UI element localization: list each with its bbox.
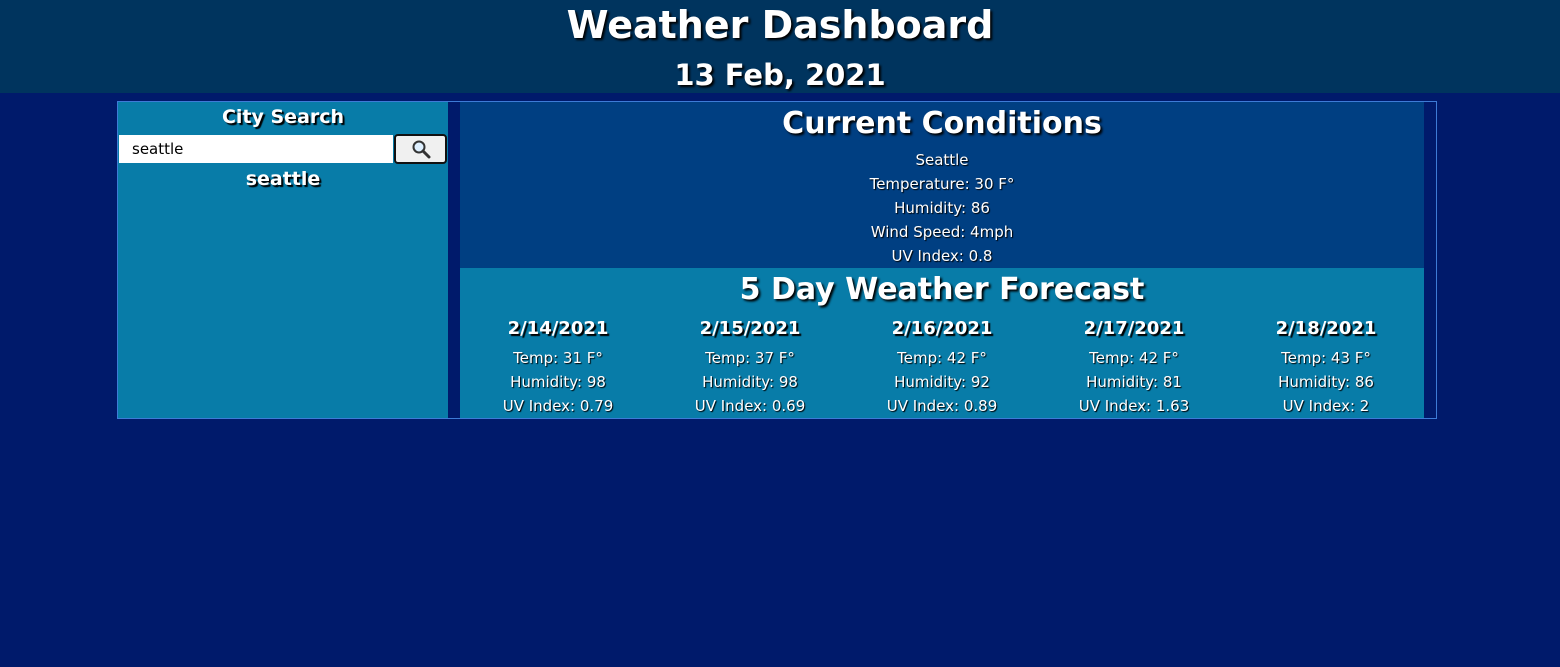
forecast-uv-index: UV Index: 0.69 [694,397,806,415]
current-conditions-panel: Current Conditions Seattle Temperature: … [460,102,1424,268]
current-temperature: Temperature: 30 F° [869,175,1015,193]
city-search-input[interactable] [119,135,393,163]
forecast-humidity: Humidity: 81 [1086,373,1182,391]
forecast-temp: Temp: 37 F° [705,349,795,367]
forecast-humidity: Humidity: 98 [510,373,606,391]
page-header: Weather Dashboard 13 Feb, 2021 [0,0,1560,93]
current-conditions-title: Current Conditions [782,106,1102,141]
magnifier-icon [412,140,430,159]
forecast-day-card: 2/15/2021 Temp: 37 F° Humidity: 98 UV In… [654,316,846,416]
forecast-day-card: 2/18/2021 Temp: 43 F° Humidity: 86 UV In… [1230,316,1422,416]
forecast-uv-index: UV Index: 0.79 [502,397,614,415]
forecast-date: 2/15/2021 [699,318,801,339]
forecast-day-card: 2/14/2021 Temp: 31 F° Humidity: 98 UV In… [462,316,654,416]
search-history-item[interactable]: seattle [118,166,448,192]
forecast-humidity: Humidity: 86 [1278,373,1374,391]
dashboard-container: City Search seattle Current Conditions S… [117,101,1437,419]
forecast-title: 5 Day Weather Forecast [739,272,1145,307]
forecast-temp: Temp: 42 F° [897,349,987,367]
forecast-day-card: 2/16/2021 Temp: 42 F° Humidity: 92 UV In… [846,316,1038,416]
forecast-uv-index: UV Index: 2 [1282,397,1370,415]
forecast-day-card: 2/17/2021 Temp: 42 F° Humidity: 81 UV In… [1038,316,1230,416]
city-search-panel: City Search seattle [118,102,448,418]
forecast-humidity: Humidity: 98 [702,373,798,391]
forecast-temp: Temp: 31 F° [513,349,603,367]
search-button[interactable] [394,134,447,164]
current-date: 13 Feb, 2021 [674,58,886,92]
forecast-uv-index: UV Index: 0.89 [886,397,998,415]
current-uv-index: UV Index: 0.8 [891,247,993,265]
current-humidity: Humidity: 86 [894,199,990,217]
forecast-date: 2/14/2021 [507,318,609,339]
page-title: Weather Dashboard [566,3,994,47]
forecast-humidity: Humidity: 92 [894,373,990,391]
forecast-date: 2/17/2021 [1083,318,1185,339]
forecast-panel: 5 Day Weather Forecast 2/14/2021 Temp: 3… [460,268,1424,418]
current-wind-speed: Wind Speed: 4mph [870,223,1014,241]
forecast-temp: Temp: 43 F° [1281,349,1371,367]
forecast-uv-index: UV Index: 1.63 [1078,397,1190,415]
current-city: Seattle [915,151,969,169]
forecast-date: 2/16/2021 [891,318,993,339]
forecast-temp: Temp: 42 F° [1089,349,1179,367]
forecast-date: 2/18/2021 [1275,318,1377,339]
city-search-title: City Search [221,106,345,128]
